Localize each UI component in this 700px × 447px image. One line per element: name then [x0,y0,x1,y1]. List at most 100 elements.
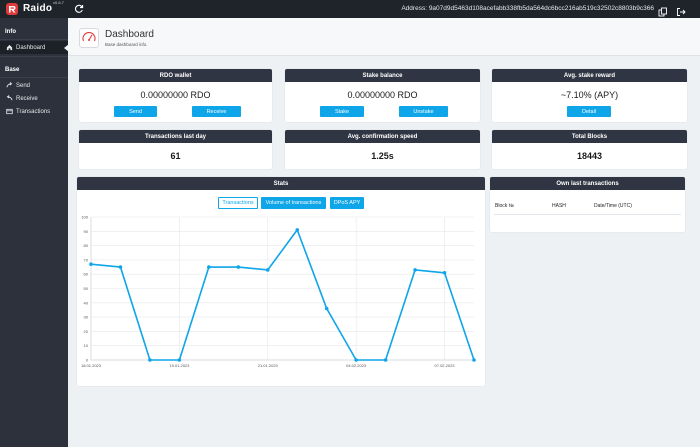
send-icon [6,82,13,88]
card-title: Transactions last day [79,130,272,143]
sidebar: Info Dashboard Base Send Receive Transac… [0,18,69,447]
wallet-balance: 0.00000000 RDO [140,90,211,100]
table-divider [494,214,681,215]
receive-button[interactable]: Receive [192,106,241,117]
detail-button[interactable]: Detail [567,106,611,117]
sidebar-item-receive[interactable]: Receive [0,92,68,105]
card-title: Own last transactions [490,177,685,190]
rdo-wallet-card: RDO wallet 0.00000000 RDO Send Receive [79,69,272,122]
stats-card: Stats Transactions Volume of transaction… [77,177,485,386]
y-tick-label: 0 [86,358,89,363]
x-tick-label: 07.02.2023 [435,363,456,368]
confirmation-speed-value: 1.25s [371,151,394,161]
chart-tabs: Transactions Volume of transactions DPoS… [77,197,485,209]
data-point [295,228,300,232]
data-point [207,265,211,269]
sidebar-heading-info: Info [5,29,16,35]
app-name: Raido [23,3,53,14]
column-header-block: Block № [495,203,514,209]
address-label: Address: [401,5,427,12]
card-title: Avg. stake reward [492,69,687,82]
data-point [413,268,417,272]
y-tick-label: 20 [84,329,89,334]
top-bar: Raido v0.6.7 Address: 9a07d9d5463d108ace… [0,0,700,18]
card-title: Stake balance [285,69,480,82]
speedometer-icon [79,28,99,48]
data-point [472,358,476,362]
wallet-address: Address: 9a07d9d5463d108acefabb338fb5da5… [401,5,654,12]
y-tick-label: 10 [84,343,89,348]
volume-chart-button[interactable]: Volume of transactions [261,197,326,209]
apy-chart-button[interactable]: DPoS APY [330,197,364,209]
y-tick-label: 90 [84,229,89,234]
data-point [89,262,93,266]
home-icon [6,44,13,51]
app-version: v0.6.7 [53,0,64,5]
card-title: Total Blocks [492,130,687,143]
y-tick-label: 60 [84,272,89,277]
page-header: Dashboard Base dashboard info. [68,18,700,56]
stake-reward-value: ~7.10% (APY) [560,90,619,100]
send-button[interactable]: Send [114,106,157,117]
x-tick-label: 21.01.2023 [258,363,279,368]
data-point [265,268,270,272]
card-title: RDO wallet [79,69,272,82]
receive-icon [6,95,13,101]
copy-icon[interactable] [658,4,668,17]
sidebar-item-label: Dashboard [16,44,46,51]
stake-balance: 0.00000000 RDO [347,90,418,100]
page-subtitle: Base dashboard info. [105,42,148,47]
sidebar-item-label: Transactions [16,108,51,115]
avg-confirmation-speed-card: Avg. confirmation speed 1.25s [285,130,480,169]
stats-line-chart: 0 10 20 30 40 50 60 70 80 90 100 18.01.2023 19.01.20… [81,215,476,368]
stake-button[interactable]: Stake [320,106,364,117]
raido-logo [6,3,18,15]
transactions-chart-button[interactable]: Transactions [218,197,258,209]
total-blocks-value: 18443 [576,151,603,161]
x-tick-label: 04.02.2023 [346,363,367,368]
sidebar-divider [0,56,68,57]
y-tick-label: 70 [84,257,89,262]
data-point [236,265,241,269]
refresh-icon[interactable] [73,2,85,14]
sidebar-item-send[interactable]: Send [0,79,68,92]
sidebar-divider [0,39,68,40]
sidebar-item-label: Receive [16,95,38,102]
y-tick-label: 80 [84,243,89,248]
avg-stake-reward-card: Avg. stake reward ~7.10% (APY) Detail [492,69,687,122]
page-title: Dashboard [105,29,154,40]
card-title: Avg. confirmation speed [285,130,480,143]
address-value: 9a07d9d5463d108acefabb338fb5da564dc6bcc2… [428,5,654,12]
y-tick-label: 40 [84,300,89,305]
transactions-last-day-value: 61 [170,151,181,161]
y-tick-label: 30 [84,315,89,320]
total-blocks-card: Total Blocks 18443 [492,130,687,169]
data-point [148,358,152,362]
sidebar-divider [0,77,68,78]
main-content: Dashboard Base dashboard info. RDO walle… [68,18,700,447]
unstake-button[interactable]: Unstake [399,106,448,117]
data-point [118,265,123,269]
column-header-hash: HASH [552,203,566,209]
logout-icon[interactable] [676,4,686,16]
card-title: Stats [77,177,485,190]
column-header-datetime: Date/Time (UTC) [594,203,632,209]
data-point [177,358,182,362]
data-point [354,358,358,362]
series-line [90,229,475,361]
y-tick-label: 100 [81,215,88,220]
x-tick-label: 19.01.2023 [169,363,190,368]
data-point [442,270,447,275]
own-transactions-card: Own last transactions Block № HASH Date/… [490,177,685,232]
transactions-icon [6,108,13,115]
y-tick-label: 50 [84,286,89,291]
transactions-last-day-card: Transactions last day 61 [79,130,272,169]
sidebar-heading-base: Base [5,67,20,73]
sidebar-item-transactions[interactable]: Transactions [0,105,68,118]
sidebar-item-label: Send [16,82,31,89]
stake-balance-card: Stake balance 0.00000000 RDO Stake Unsta… [285,69,480,122]
data-point [324,306,329,311]
x-tick-label: 18.01.2023 [81,363,102,368]
data-point [383,358,388,362]
sidebar-item-dashboard[interactable]: Dashboard [0,41,69,54]
